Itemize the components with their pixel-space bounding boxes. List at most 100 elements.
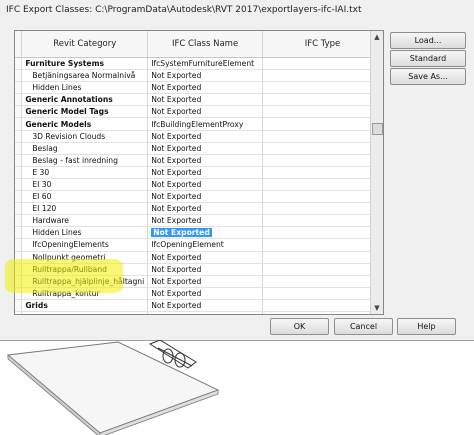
ifc-type-cell[interactable] bbox=[262, 130, 383, 143]
row-indicator[interactable] bbox=[15, 142, 23, 155]
ifc-class-cell[interactable]: Not Exported bbox=[147, 202, 263, 216]
row-indicator[interactable] bbox=[15, 81, 23, 95]
row-indicator[interactable] bbox=[15, 166, 23, 179]
ifc-type-cell[interactable] bbox=[262, 311, 383, 314]
ifc-type-cell[interactable] bbox=[262, 238, 383, 252]
ifc-class-cell[interactable]: Not Exported bbox=[147, 190, 263, 204]
table-row[interactable]: EI 120 Not Exported bbox=[15, 202, 383, 216]
load-button[interactable]: Load... bbox=[390, 32, 466, 49]
table-row[interactable]: Betjäningsarea Normalnivå Not Exported bbox=[15, 69, 383, 83]
row-indicator[interactable] bbox=[15, 214, 23, 228]
ifc-class-cell[interactable]: IfcBuildingElementProxy bbox=[147, 117, 263, 131]
row-indicator[interactable] bbox=[15, 299, 23, 312]
ifc-class-cell[interactable]: Not Exported bbox=[147, 299, 263, 312]
revit-category-cell: Betjäningsarea Normalnivå bbox=[21, 69, 149, 83]
revit-category-cell: Beslag - fast inredning bbox=[21, 154, 149, 167]
row-indicator[interactable] bbox=[15, 105, 23, 119]
ifc-class-cell[interactable]: Not Exported bbox=[147, 275, 263, 288]
row-indicator[interactable] bbox=[15, 202, 23, 216]
save-as-button[interactable]: Save As... bbox=[390, 68, 466, 85]
help-button[interactable]: Help bbox=[397, 318, 456, 335]
ifc-type-cell[interactable] bbox=[262, 142, 383, 155]
ifc-type-cell[interactable] bbox=[262, 263, 383, 276]
ifc-type-cell[interactable] bbox=[262, 93, 383, 107]
ifc-type-cell[interactable] bbox=[262, 214, 383, 228]
ifc-type-cell[interactable] bbox=[262, 275, 383, 288]
ifc-type-cell[interactable] bbox=[262, 299, 383, 312]
window-title: IFC Export Classes: C:\ProgramData\Autod… bbox=[6, 5, 362, 15]
table-row[interactable]: Hidden Lines Not Exported bbox=[15, 81, 383, 95]
scroll-down-icon[interactable]: ▼ bbox=[371, 302, 383, 314]
ifc-type-cell[interactable] bbox=[262, 105, 383, 119]
cancel-button[interactable]: Cancel bbox=[334, 318, 393, 335]
ifc-class-cell[interactable]: IfcOpeningElement bbox=[147, 238, 263, 252]
ifc-type-cell[interactable] bbox=[262, 287, 383, 300]
selected-cell-text[interactable]: Not Exported bbox=[151, 228, 212, 238]
table-row[interactable]: Generic Models IfcBuildingElementProxy bbox=[15, 117, 383, 131]
table-row[interactable]: Beslag Not Exported bbox=[15, 142, 383, 155]
row-indicator[interactable] bbox=[15, 57, 23, 71]
ifc-class-cell[interactable]: Not Exported bbox=[147, 130, 263, 143]
table-row[interactable]: Generic Annotations Not Exported bbox=[15, 93, 383, 107]
row-indicator[interactable] bbox=[15, 69, 23, 83]
ifc-class-cell[interactable]: Not Exported bbox=[147, 154, 263, 167]
table-row[interactable]: Hidden Lines Not Exported bbox=[15, 226, 383, 240]
ifc-class-cell[interactable]: Not Exported bbox=[147, 287, 263, 300]
column-header-ifc-type[interactable]: IFC Type bbox=[262, 31, 383, 58]
row-indicator[interactable] bbox=[15, 238, 23, 252]
table-row[interactable]: E 30 Not Exported bbox=[15, 166, 383, 179]
table-row[interactable]: Beslag - fast inredning Not Exported bbox=[15, 154, 383, 167]
table-row[interactable]: 3D Revision Clouds Not Exported bbox=[15, 130, 383, 143]
ifc-class-cell[interactable]: Not Exported bbox=[147, 311, 263, 314]
revit-category-cell: Beslag bbox=[21, 142, 149, 155]
ifc-type-cell[interactable] bbox=[262, 178, 383, 192]
ifc-type-cell[interactable] bbox=[262, 81, 383, 95]
table-row[interactable]: Hardware Not Exported bbox=[15, 214, 383, 228]
ifc-class-cell[interactable]: Not Exported bbox=[147, 226, 263, 240]
ifc-type-cell[interactable] bbox=[262, 202, 383, 216]
ifc-class-cell[interactable]: Not Exported bbox=[147, 263, 263, 276]
ifc-class-cell[interactable]: Not Exported bbox=[147, 178, 263, 192]
row-indicator[interactable] bbox=[15, 190, 23, 204]
ifc-type-cell[interactable] bbox=[262, 117, 383, 131]
ifc-class-cell[interactable]: Not Exported bbox=[147, 214, 263, 228]
table-row[interactable]: Generic Model Tags Not Exported bbox=[15, 105, 383, 119]
row-indicator[interactable] bbox=[15, 130, 23, 143]
standard-button[interactable]: Standard bbox=[390, 50, 466, 67]
ok-button[interactable]: OK bbox=[270, 318, 329, 335]
row-indicator[interactable] bbox=[15, 178, 23, 192]
ifc-type-cell[interactable] bbox=[262, 154, 383, 167]
row-indicator[interactable] bbox=[15, 226, 23, 240]
table-row[interactable]: IfcOpeningElements IfcOpeningElement bbox=[15, 238, 383, 252]
scroll-up-icon[interactable]: ▲ bbox=[371, 31, 383, 43]
column-header-ifc-class-name[interactable]: IFC Class Name bbox=[147, 31, 263, 58]
ifc-class-cell[interactable]: Not Exported bbox=[147, 105, 263, 119]
row-indicator[interactable] bbox=[15, 117, 23, 131]
ifc-type-cell[interactable] bbox=[262, 69, 383, 83]
ifc-class-cell[interactable]: Not Exported bbox=[147, 81, 263, 95]
row-indicator[interactable] bbox=[15, 93, 23, 107]
vertical-scrollbar[interactable]: ▲ ▼ bbox=[370, 31, 383, 314]
ifc-class-cell[interactable]: IfcSystemFurnitureElement bbox=[147, 57, 263, 71]
column-header-revit-category[interactable]: Revit Category bbox=[21, 31, 149, 58]
row-indicator[interactable] bbox=[15, 154, 23, 167]
revit-category-cell: Generic Model Tags bbox=[21, 105, 149, 119]
ifc-class-cell[interactable]: Not Exported bbox=[147, 251, 263, 264]
row-indicator[interactable] bbox=[15, 311, 23, 314]
table-row[interactable]: Guide GridNot Exported bbox=[15, 311, 383, 314]
table-row[interactable]: EI 30 Not Exported bbox=[15, 178, 383, 192]
ifc-class-cell[interactable]: Not Exported bbox=[147, 142, 263, 155]
ifc-class-cell[interactable]: Not Exported bbox=[147, 166, 263, 179]
table-row[interactable]: EI 60 Not Exported bbox=[15, 190, 383, 204]
ifc-type-cell[interactable] bbox=[262, 226, 383, 240]
ifc-class-cell[interactable]: Not Exported bbox=[147, 69, 263, 83]
scrollbar-thumb[interactable] bbox=[372, 123, 383, 135]
ifc-type-cell[interactable] bbox=[262, 166, 383, 179]
ifc-type-cell[interactable] bbox=[262, 190, 383, 204]
ifc-type-cell[interactable] bbox=[262, 251, 383, 264]
revit-category-cell: EI 30 bbox=[21, 178, 149, 192]
ifc-class-cell[interactable]: Not Exported bbox=[147, 93, 263, 107]
table-row[interactable]: Grids Not Exported bbox=[15, 299, 383, 312]
table-row[interactable]: Furniture Systems IfcSystemFurnitureEleme… bbox=[15, 57, 383, 71]
ifc-type-cell[interactable] bbox=[262, 57, 383, 71]
